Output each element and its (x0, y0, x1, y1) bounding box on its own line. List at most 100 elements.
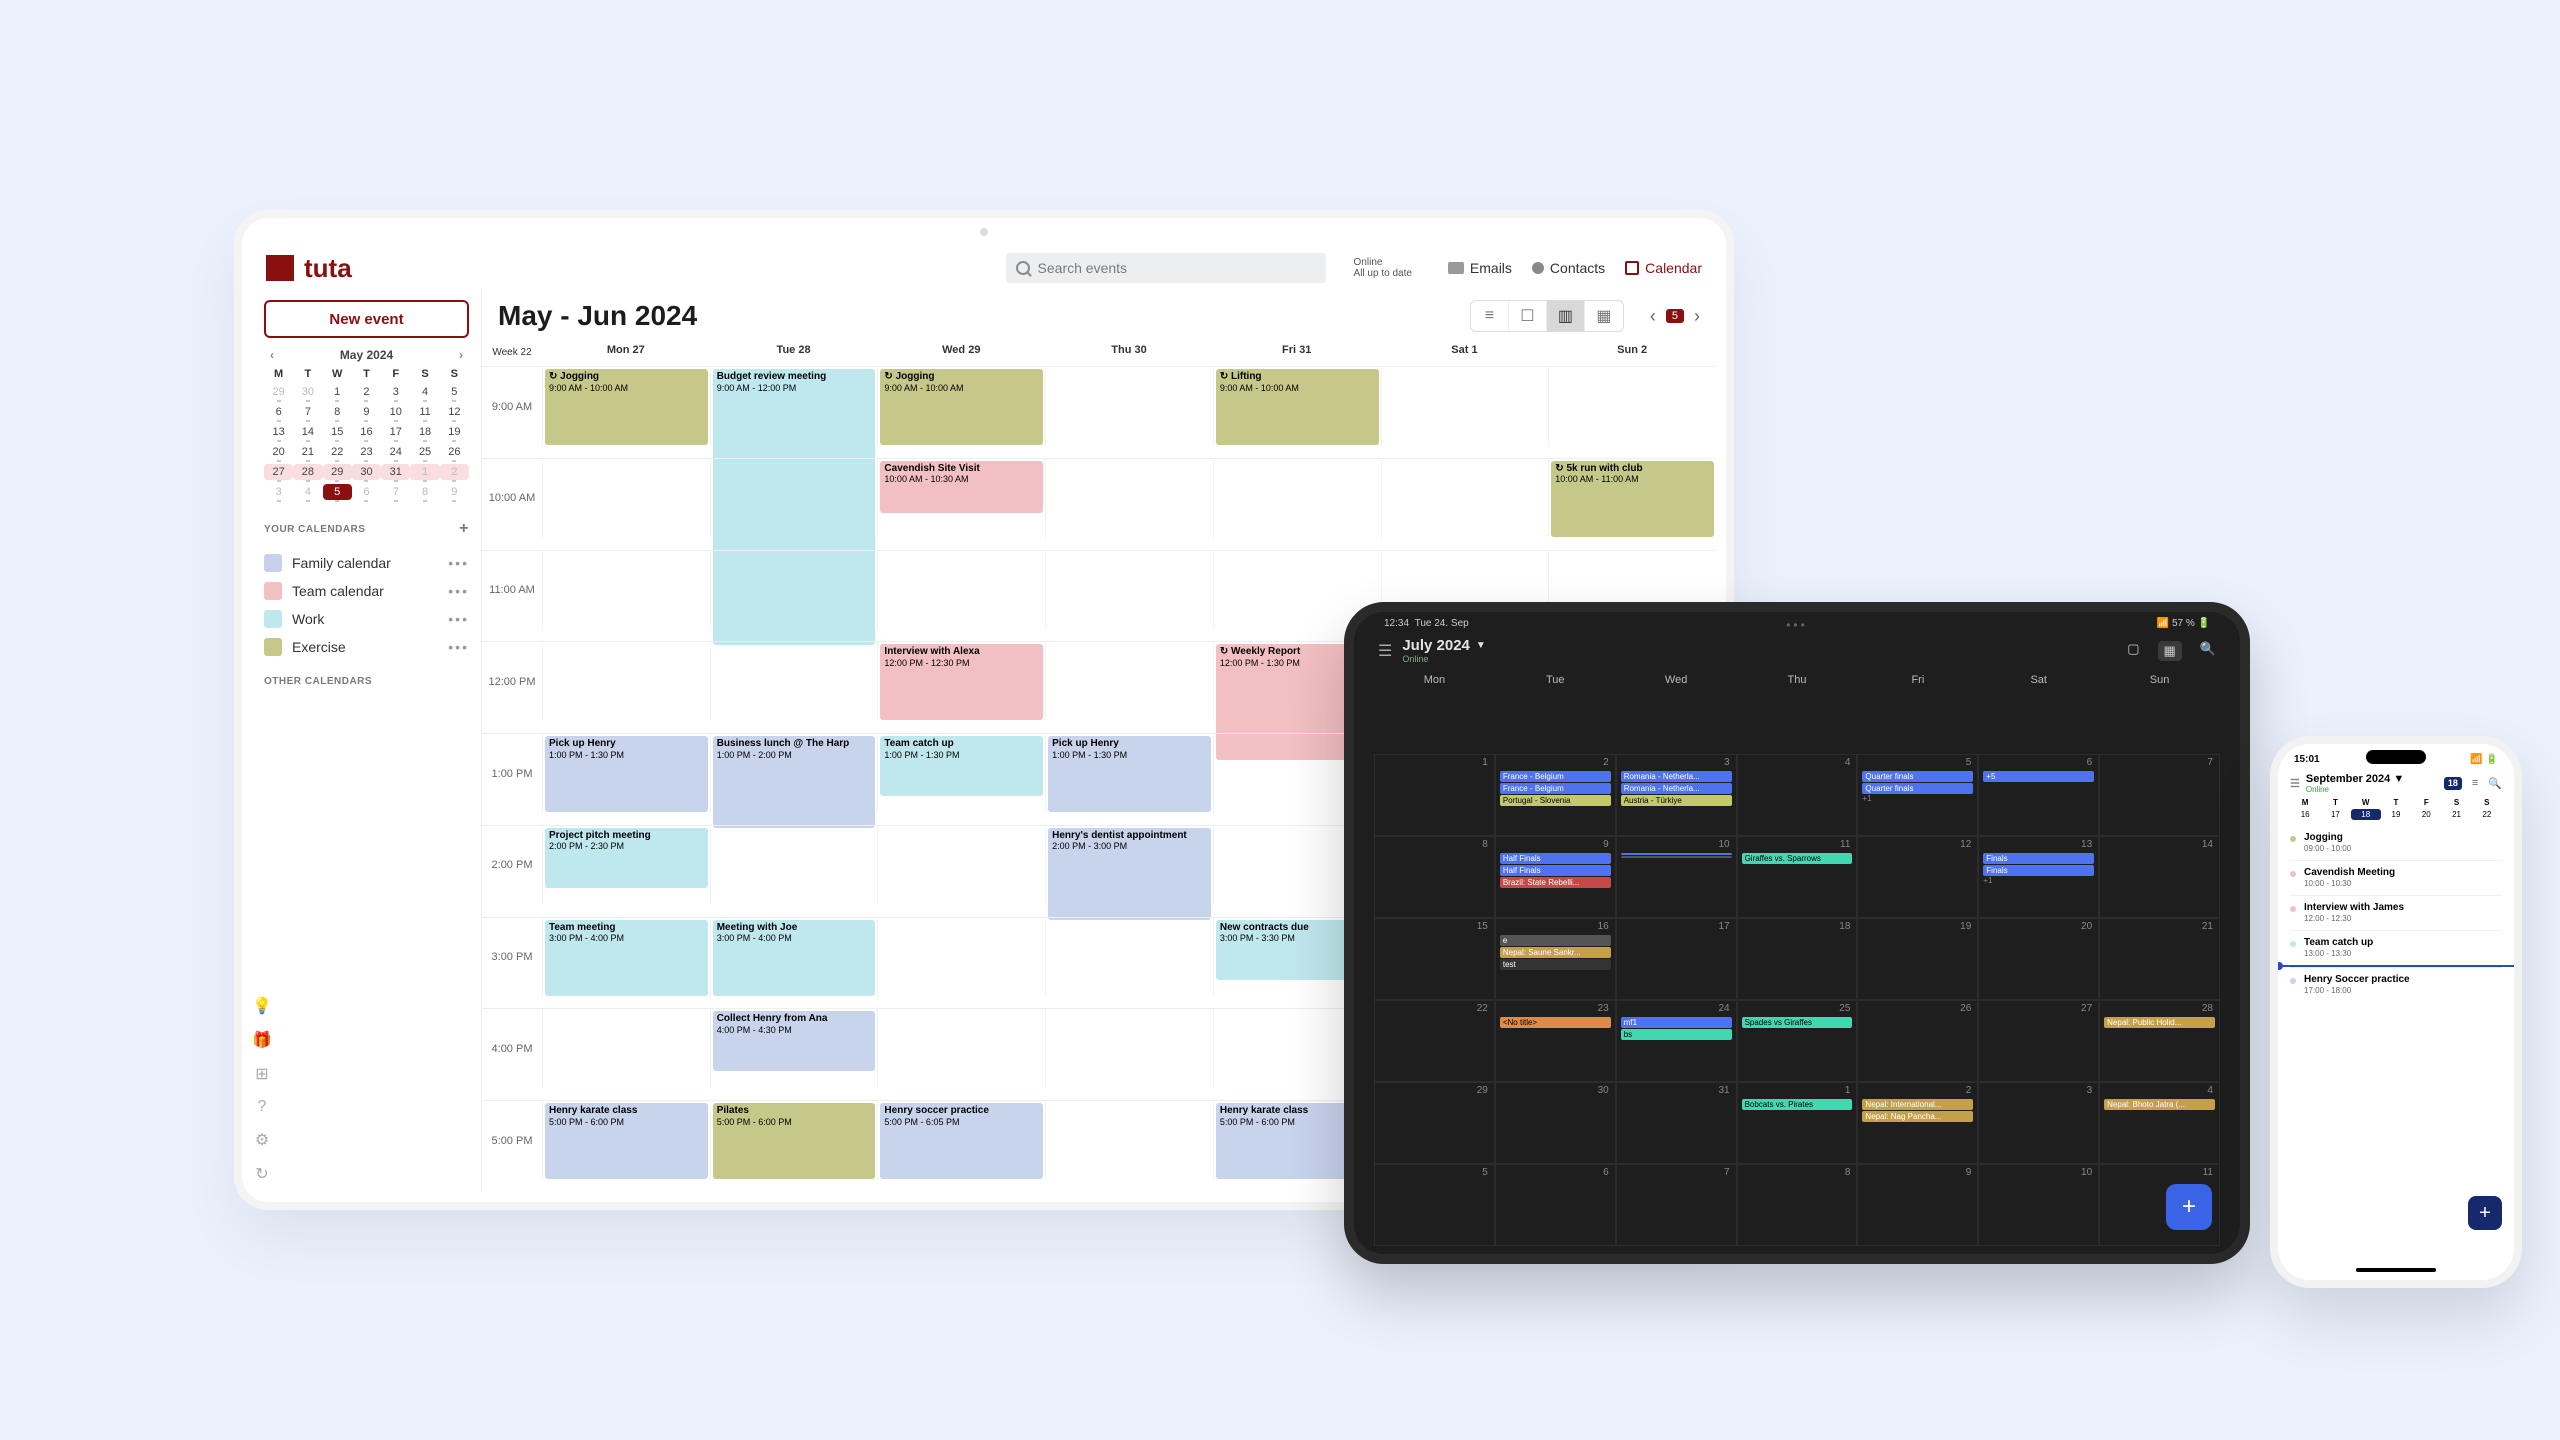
mini-day[interactable]: 23 (352, 444, 381, 460)
phone-day[interactable]: 16 (2290, 809, 2320, 820)
tablet-day-cell[interactable]: 21 (2099, 918, 2220, 1000)
search-input[interactable]: Search events (1006, 253, 1326, 283)
mini-day[interactable]: 2 (352, 384, 381, 400)
time-slot[interactable] (877, 1008, 1045, 1088)
time-slot[interactable]: Interview with Alexa12:00 PM - 12:30 PM (877, 641, 1045, 721)
tablet-event-chip[interactable]: France - Belgium (1500, 771, 1611, 782)
calendar-event[interactable]: Henry karate class5:00 PM - 6:00 PM (545, 1103, 708, 1179)
tablet-event-chip[interactable]: Romania - Netherla... (1621, 771, 1732, 782)
tablet-day-cell[interactable]: 4Nepal: Bhoto Jatra (... (2099, 1082, 2220, 1164)
calendar-event[interactable]: Pilates5:00 PM - 6:00 PM (713, 1103, 876, 1179)
tablet-event-chip[interactable]: Bobcats vs. Pirates (1742, 1099, 1853, 1110)
phone-menu-icon[interactable]: ☰ (2290, 777, 2300, 790)
tablet-day-cell[interactable]: 4 (1737, 754, 1858, 836)
tablet-day-cell[interactable]: 9Half FinalsHalf FinalsBrazil: State Reb… (1495, 836, 1616, 918)
tablet-event-chip[interactable]: mf1 (1621, 1017, 1732, 1028)
tablet-day-cell[interactable]: 9 (1857, 1164, 1978, 1246)
time-slot[interactable]: Cavendish Site Visit10:00 AM - 10:30 AM (877, 458, 1045, 538)
mini-day[interactable]: 21 (293, 444, 322, 460)
tablet-event-chip[interactable]: +5 (1983, 771, 2094, 782)
time-slot[interactable] (1045, 917, 1213, 997)
today-badge[interactable]: 5 (1666, 309, 1684, 323)
tablet-day-cell[interactable]: 10 (1978, 1164, 2099, 1246)
time-slot[interactable] (710, 550, 878, 630)
tablet-day-cell[interactable]: 27 (1978, 1000, 2099, 1082)
tablet-event-chip[interactable]: Brazil: State Rebelli... (1500, 877, 1611, 888)
tablet-day-cell[interactable]: 12 (1857, 836, 1978, 918)
time-slot[interactable]: Collect Henry from Ana4:00 PM - 4:30 PM (710, 1008, 878, 1088)
view-week[interactable]: ▥ (1547, 301, 1585, 331)
nav-calendar[interactable]: Calendar (1625, 260, 1702, 276)
calendar-event[interactable]: Business lunch @ The Harp1:00 PM - 2:00 … (713, 736, 876, 828)
time-slot[interactable]: Budget review meeting9:00 AM - 12:00 PM (710, 366, 878, 446)
tablet-event-chip[interactable]: France - Belgium (1500, 783, 1611, 794)
time-slot[interactable] (542, 458, 710, 538)
phone-day[interactable]: 18 (2351, 809, 2381, 820)
tablet-menu-icon[interactable]: ☰ (1378, 641, 1392, 661)
time-slot[interactable]: Henry karate class5:00 PM - 6:00 PM (542, 1100, 710, 1180)
mini-day[interactable]: 30 (352, 464, 381, 480)
time-slot[interactable] (1381, 366, 1549, 446)
new-event-button[interactable]: New event (264, 300, 469, 338)
tablet-event-chip[interactable]: test (1500, 959, 1611, 970)
mini-day[interactable]: 4 (293, 484, 322, 500)
calendar-menu-icon[interactable]: ••• (448, 583, 469, 599)
mini-day[interactable]: 2 (440, 464, 469, 480)
tablet-event-chip[interactable]: Portugal - Slovenia (1500, 795, 1611, 806)
mini-prev[interactable]: ‹ (264, 348, 280, 362)
calendar-event[interactable]: Cavendish Site Visit10:00 AM - 10:30 AM (880, 461, 1043, 513)
time-slot[interactable]: ↻ Jogging9:00 AM - 10:00 AM (877, 366, 1045, 446)
mini-day[interactable]: 9 (352, 404, 381, 420)
tablet-view-day-icon[interactable]: ▢ (2127, 641, 2139, 661)
tablet-add-button[interactable]: + (2166, 1184, 2212, 1230)
mini-day[interactable]: 11 (410, 404, 439, 420)
calendar-row[interactable]: Team calendar ••• (264, 582, 469, 600)
gift-icon[interactable]: 🎁 (252, 1030, 272, 1050)
tablet-day-cell[interactable]: 13FinalsFinals+1 (1978, 836, 2099, 918)
tablet-day-cell[interactable]: 15 (1374, 918, 1495, 1000)
time-slot[interactable] (710, 641, 878, 721)
tablet-day-cell[interactable]: 17 (1616, 918, 1737, 1000)
tablet-day-cell[interactable]: 14 (2099, 836, 2220, 918)
add-calendar-icon[interactable]: + (459, 520, 469, 538)
mini-day[interactable]: 8 (410, 484, 439, 500)
mini-day[interactable]: 29 (264, 384, 293, 400)
tablet-event-chip[interactable]: Romania - Netherla... (1621, 783, 1732, 794)
tablet-day-cell[interactable]: 29 (1374, 1082, 1495, 1164)
mini-day[interactable]: 4 (410, 384, 439, 400)
tablet-event-chip[interactable]: <No title> (1500, 1017, 1611, 1028)
tablet-day-cell[interactable]: 18 (1737, 918, 1858, 1000)
tablet-day-cell[interactable]: 31 (1616, 1082, 1737, 1164)
calendar-event[interactable]: Henry's dentist appointment2:00 PM - 3:0… (1048, 828, 1211, 920)
time-slot[interactable] (1045, 458, 1213, 538)
mini-day[interactable]: 20 (264, 444, 293, 460)
calendar-menu-icon[interactable]: ••• (448, 639, 469, 655)
archive-icon[interactable]: ⊞ (255, 1064, 268, 1084)
time-slot[interactable]: Pilates5:00 PM - 6:00 PM (710, 1100, 878, 1180)
tablet-day-cell[interactable]: 2France - BelgiumFrance - BelgiumPortuga… (1495, 754, 1616, 836)
tablet-event-chip[interactable]: Giraffes vs. Sparrows (1742, 853, 1853, 864)
mini-day[interactable]: 22 (323, 444, 352, 460)
agenda-item[interactable]: Interview with James12:00 - 12:30 (2290, 895, 2502, 930)
time-slot[interactable] (1045, 366, 1213, 446)
mini-day[interactable]: 6 (264, 404, 293, 420)
tablet-day-cell[interactable]: 25Spades vs Giraffes (1737, 1000, 1858, 1082)
tablet-day-cell[interactable]: 24mf1bs (1616, 1000, 1737, 1082)
tablet-event-chip[interactable]: Nepal: Saune Sankr... (1500, 947, 1611, 958)
agenda-item[interactable]: Team catch up13:00 - 13:30 (2290, 930, 2502, 965)
nav-contacts[interactable]: Contacts (1532, 260, 1605, 276)
mini-next[interactable]: › (453, 348, 469, 362)
tablet-day-cell[interactable]: 8 (1374, 836, 1495, 918)
agenda-item[interactable]: Henry Soccer practice17:00 - 18:00 (2290, 967, 2502, 1002)
calendar-event[interactable]: ↻ Jogging9:00 AM - 10:00 AM (545, 369, 708, 445)
logout-icon[interactable]: ↻ (255, 1164, 268, 1184)
time-slot[interactable] (542, 1008, 710, 1088)
agenda-item[interactable]: Cavendish Meeting10:00 - 10:30 (2290, 860, 2502, 895)
time-slot[interactable] (1548, 366, 1716, 446)
calendar-event[interactable]: Team meeting3:00 PM - 4:00 PM (545, 920, 708, 996)
tablet-day-cell[interactable]: 7 (2099, 754, 2220, 836)
calendar-row[interactable]: Work ••• (264, 610, 469, 628)
agenda-item[interactable]: Jogging09:00 - 10:00 (2290, 826, 2502, 860)
time-slot[interactable] (710, 458, 878, 538)
mini-day[interactable]: 5 (323, 484, 352, 500)
